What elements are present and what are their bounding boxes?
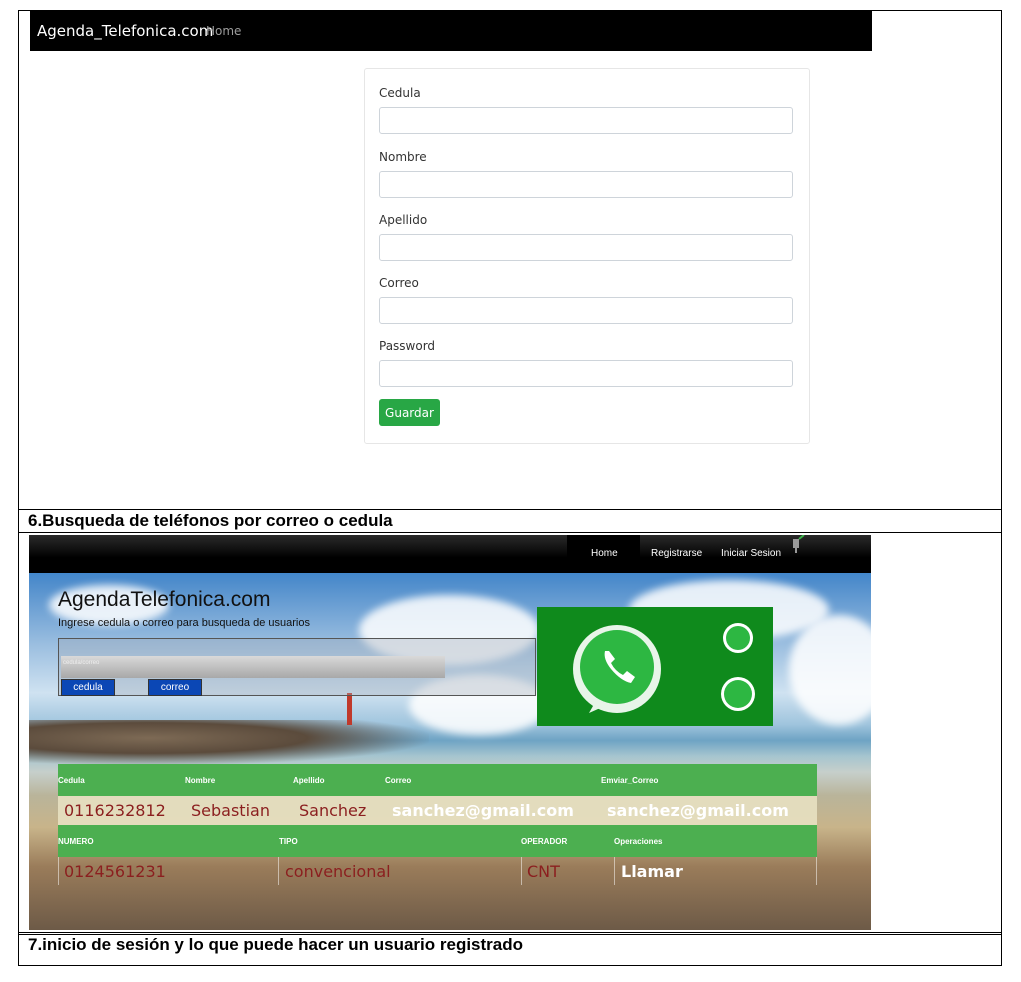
rocks-image <box>29 720 429 765</box>
document-table: Agenda_Telefonica.com Home Cedula Nombre… <box>18 10 1003 966</box>
section-caption-6: 6.Busqueda de teléfonos por correo o ced… <box>28 511 393 530</box>
whatsapp-banner <box>537 607 773 726</box>
col-operador: OPERADOR <box>521 837 568 846</box>
apellido-input[interactable] <box>379 234 793 261</box>
cell-nombre: Sebastian <box>191 801 270 820</box>
cell-cedula: 0116232812 <box>64 801 166 820</box>
search-page: Home Registrarse Iniciar Sesion AgendaTe… <box>29 535 871 930</box>
col-correo: Correo <box>385 776 412 785</box>
nav-login-link[interactable]: Iniciar Sesion <box>721 548 781 559</box>
col-cedula: Cedula <box>58 776 85 785</box>
table-header-row: Cedula Nombre Apellido Correo Emviar_Cor… <box>58 764 817 796</box>
top-navbar: Agenda_Telefonica.com Home <box>30 11 872 51</box>
correo-button[interactable]: correo <box>148 679 202 696</box>
llamar-link[interactable]: Llamar <box>621 862 683 881</box>
user-plug-icon[interactable] <box>791 535 805 553</box>
search-screenshot-cell: Home Registrarse Iniciar Sesion AgendaTe… <box>18 532 1002 935</box>
nombre-label: Nombre <box>379 150 427 164</box>
col-tipo: TIPO <box>279 837 298 846</box>
whatsapp-icon <box>573 623 755 713</box>
search-input[interactable]: cedula/correo <box>61 656 445 678</box>
cell-operador: CNT <box>527 862 560 881</box>
brand-link[interactable]: Agenda_Telefonica.com <box>37 22 213 40</box>
col-operaciones: Operaciones <box>614 837 663 846</box>
search-form: cedula/correo cedula correo <box>58 638 536 696</box>
cell-apellido: Sanchez <box>299 801 367 820</box>
caption-row-6: 6.Busqueda de teléfonos por correo o ced… <box>18 509 1002 533</box>
cedula-input[interactable] <box>379 107 793 134</box>
search-placeholder: cedula/correo <box>63 660 100 666</box>
nav-home-link[interactable]: Home <box>206 24 241 38</box>
cell-correo: sanchez@gmail.com <box>392 801 574 820</box>
col-nombre: Nombre <box>185 776 216 785</box>
col-numero: NUMERO <box>58 837 94 846</box>
table-row: 0124561231 convencional CNT Llamar <box>58 857 817 885</box>
table-row: 0116232812 Sebastian Sanchez sanchez@gma… <box>58 796 817 825</box>
apellido-label: Apellido <box>379 213 428 227</box>
password-label: Password <box>379 339 436 353</box>
site-title: AgendaTelefonica.com <box>58 588 271 611</box>
table-header-row-2: NUMERO TIPO OPERADOR Operaciones <box>58 825 817 857</box>
register-screenshot-cell: Agenda_Telefonica.com Home Cedula Nombre… <box>18 10 1002 510</box>
cedula-label: Cedula <box>379 86 421 100</box>
cedula-button[interactable]: cedula <box>61 679 115 696</box>
correo-input[interactable] <box>379 297 793 324</box>
nav-home-link[interactable]: Home <box>591 548 618 559</box>
guardar-button[interactable]: Guardar <box>379 399 440 426</box>
top-navbar: Home Registrarse Iniciar Sesion <box>29 535 871 573</box>
cell-enviar-correo[interactable]: sanchez@gmail.com <box>607 801 789 820</box>
caption-row-7: 7.inicio de sesión y lo que puede hacer … <box>18 932 1002 966</box>
nombre-input[interactable] <box>379 171 793 198</box>
nav-register-link[interactable]: Registrarse <box>651 548 702 559</box>
cell-numero: 0124561231 <box>64 862 166 881</box>
section-caption-7: 7.inicio de sesión y lo que puede hacer … <box>28 935 524 954</box>
search-subtitle: Ingrese cedula o correo para busqueda de… <box>58 617 310 629</box>
cell-tipo: convencional <box>285 862 391 881</box>
col-enviar-correo: Emviar_Correo <box>601 776 659 785</box>
register-form: Cedula Nombre Apellido Correo Password G… <box>364 68 810 444</box>
col-apellido: Apellido <box>293 776 325 785</box>
correo-label: Correo <box>379 276 419 290</box>
password-input[interactable] <box>379 360 793 387</box>
